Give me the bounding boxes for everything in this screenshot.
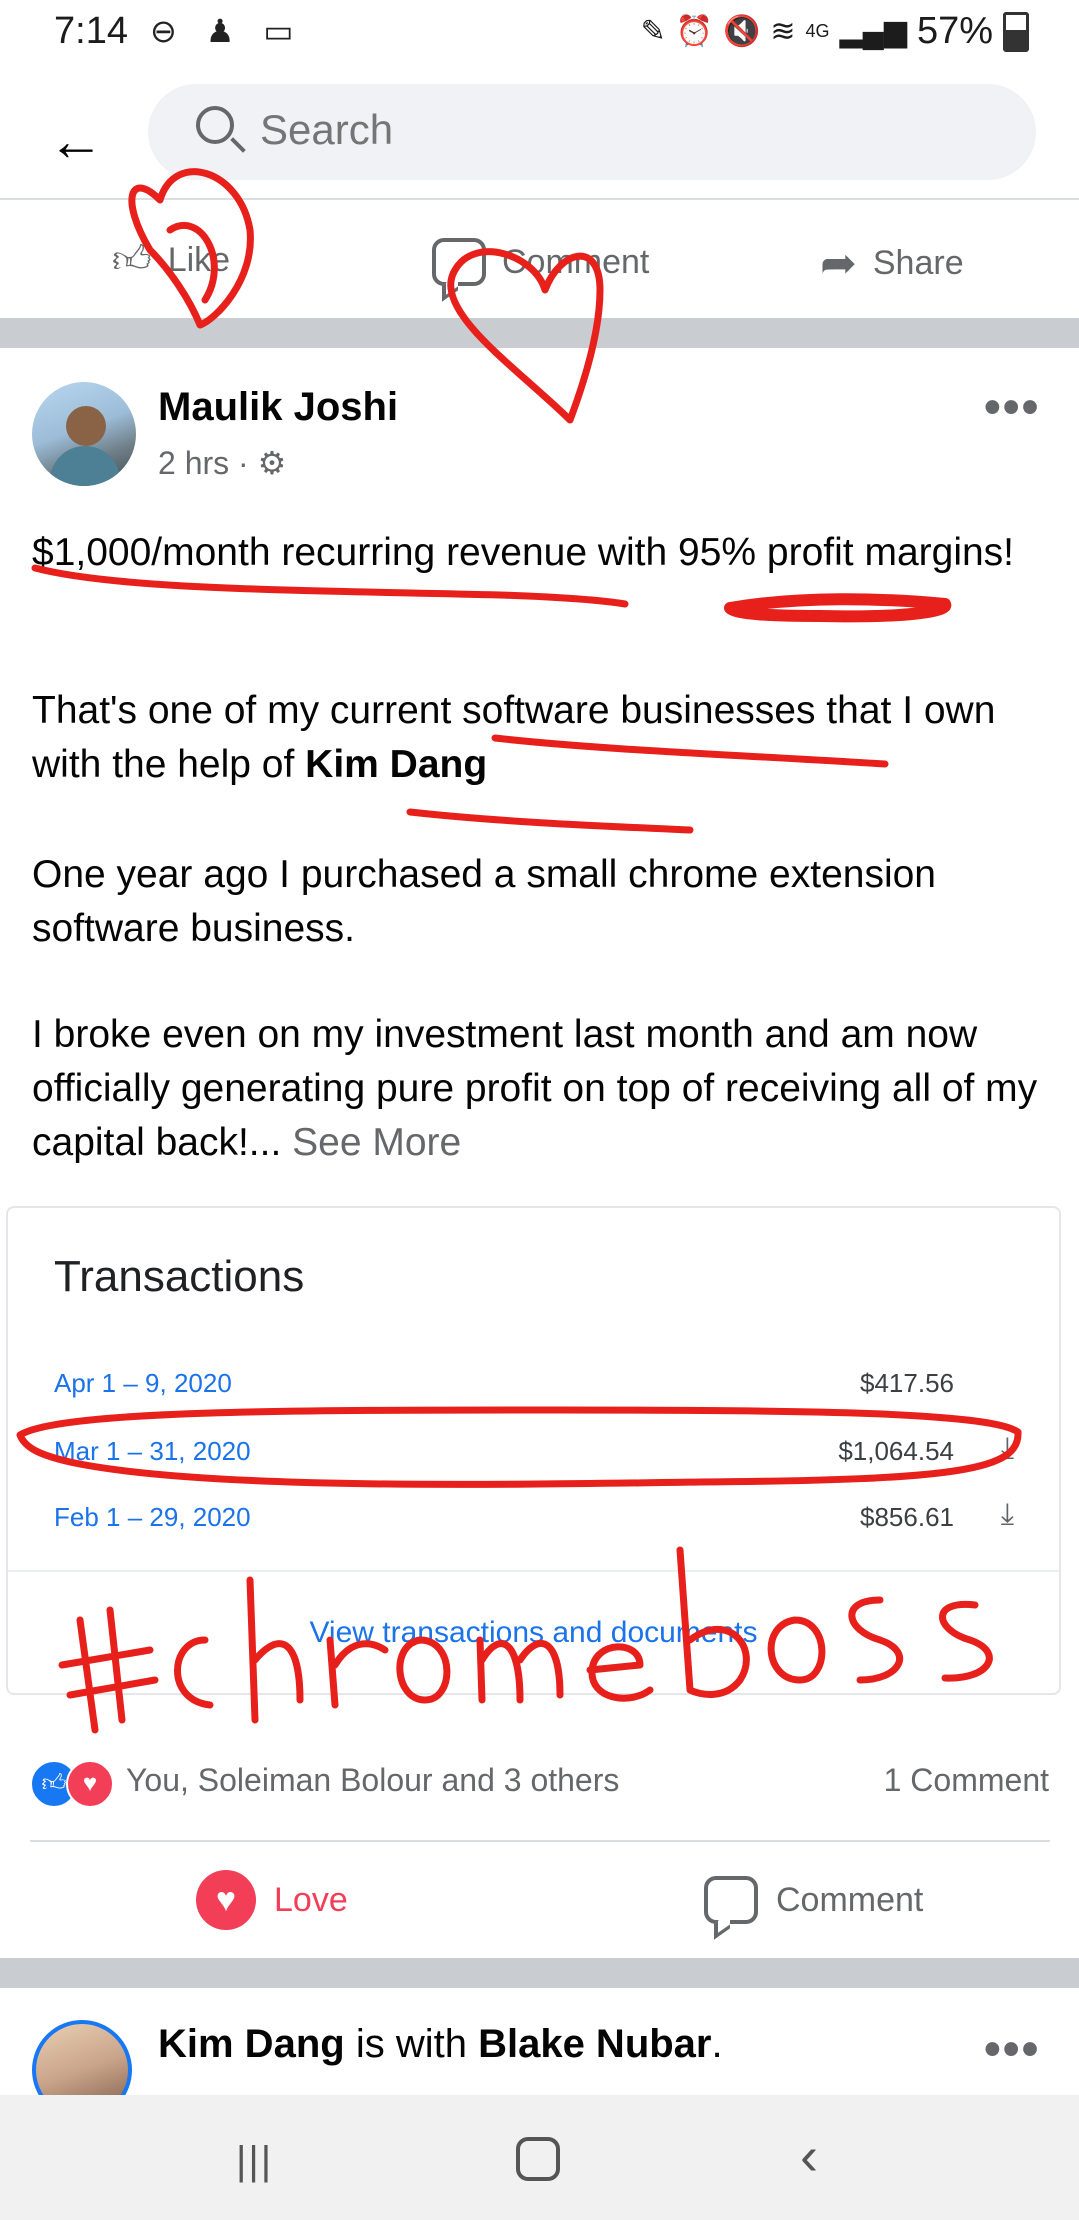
love-reaction-icon: ♥ xyxy=(66,1760,114,1808)
status-time: 7:14 xyxy=(54,10,128,52)
next-post-more-button[interactable]: ••• xyxy=(984,2022,1040,2077)
transactions-divider xyxy=(8,1570,1059,1572)
post-paragraph-2-text: That's one of my current software busine… xyxy=(32,689,996,786)
next-post-author[interactable]: Kim Dang xyxy=(158,2022,345,2066)
post-text-line1: $1,000/month recurring revenue with 95% … xyxy=(32,531,1015,574)
search-icon xyxy=(196,106,234,144)
post-more-button[interactable]: ••• xyxy=(984,380,1040,435)
heart-icon: ♥ xyxy=(196,1870,256,1930)
comment-icon xyxy=(432,238,486,286)
post-paragraph-3: One year ago I purchased a small chrome … xyxy=(32,853,936,950)
transaction-date: Feb 1 – 29, 2020 xyxy=(54,1502,251,1532)
transactions-image[interactable]: Transactions Apr 1 – 9, 2020 $417.56 Mar… xyxy=(6,1206,1061,1695)
home-icon[interactable] xyxy=(516,2137,560,2181)
search-header: ← xyxy=(0,70,1079,200)
share-label: Share xyxy=(872,244,964,282)
back-arrow-icon[interactable]: ← xyxy=(48,108,104,173)
system-nav-bar: ||| ‹ xyxy=(0,2095,1079,2220)
share-icon: ➦ xyxy=(820,239,857,288)
gear-icon: ⚙ xyxy=(257,445,287,481)
transaction-amount: $417.56 xyxy=(860,1368,954,1398)
annotation-highlight-profit xyxy=(724,593,952,623)
transaction-date: Mar 1 – 31, 2020 xyxy=(54,1436,251,1466)
annotation-underline-kim-dang xyxy=(406,808,694,834)
love-label: Love xyxy=(274,1880,348,1919)
next-post-header: Kim Dang is with Blake Nubar. xyxy=(158,2022,723,2066)
comment-label: Comment xyxy=(502,242,650,281)
transaction-row: Feb 1 – 29, 2020 $856.61 ⤓ xyxy=(54,1492,1014,1542)
post-time[interactable]: 2 hrs xyxy=(158,445,229,481)
status-left-icons: ⊖ ♟ ▭ xyxy=(150,12,304,50)
tagged-person[interactable]: Blake Nubar xyxy=(478,2022,711,2066)
reactions-summary[interactable]: You, Soleiman Bolour and 3 others xyxy=(126,1762,619,1799)
battery-percent: 57% xyxy=(916,10,993,52)
see-more-link[interactable]: See More xyxy=(292,1121,461,1164)
transaction-date: Apr 1 – 9, 2020 xyxy=(54,1368,232,1398)
comment-icon xyxy=(704,1876,758,1924)
comment-button[interactable]: Comment xyxy=(704,1870,923,1930)
download-icon: ⤓ xyxy=(1000,1498,1014,1531)
reaction-icons[interactable]: 👍︎ ♥ xyxy=(30,1760,120,1808)
post-paragraph-4-text: I broke even on my investment last month… xyxy=(32,1013,1038,1164)
post-author[interactable]: Maulik Joshi xyxy=(158,385,398,430)
comment-count[interactable]: 1 Comment xyxy=(884,1762,1049,1799)
love-button[interactable]: ♥ Love xyxy=(196,1870,348,1930)
transaction-amount: $1,064.54 xyxy=(838,1436,954,1466)
alarm-icon: ⏰ xyxy=(675,15,714,48)
signal-icon: ▂▄▆ xyxy=(839,15,907,48)
mute-icon: 🔇 xyxy=(723,15,761,48)
notification-icon: ♟ xyxy=(205,13,245,49)
transactions-title: Transactions xyxy=(54,1252,305,1301)
feed-separator xyxy=(0,318,1079,348)
nfc-icon: ✎ xyxy=(640,15,666,48)
share-button[interactable]: ➦ Share xyxy=(820,238,964,289)
feed-separator xyxy=(0,1958,1079,1988)
author-avatar[interactable] xyxy=(32,382,136,486)
status-right: ✎ ⏰ 🔇 ≋ 4G ▂▄▆ 57% xyxy=(641,10,1029,53)
post-meta: 2 hrs · ⚙ xyxy=(158,445,287,481)
battery-icon xyxy=(1003,11,1029,52)
mention-kim-dang[interactable]: Kim Dang xyxy=(305,743,487,786)
post-paragraph-2: That's one of my current software busine… xyxy=(32,684,1012,792)
view-transactions-link: View transactions and documents xyxy=(309,1616,758,1649)
is-with-text: is with xyxy=(355,2022,467,2066)
previous-post-actions: 👍︎ Like Comment ➦ Share xyxy=(0,200,1079,318)
comment-button[interactable]: Comment xyxy=(432,238,649,286)
transaction-row: Mar 1 – 31, 2020 $1,064.54 ⤓ xyxy=(54,1426,1014,1476)
4g-icon: 4G xyxy=(805,21,830,41)
back-icon[interactable]: ‹ xyxy=(800,2125,818,2187)
transaction-amount: $856.61 xyxy=(860,1502,954,1532)
post-divider xyxy=(30,1840,1050,1842)
do-not-disturb-icon: ⊖ xyxy=(150,13,187,49)
transaction-row: Apr 1 – 9, 2020 $417.56 xyxy=(54,1358,1014,1408)
wifi-icon: ≋ xyxy=(770,15,796,48)
search-input[interactable] xyxy=(260,106,960,154)
recent-apps-icon[interactable]: ||| xyxy=(236,2139,273,2184)
like-label: Like xyxy=(167,241,231,279)
clipboard-icon: ▭ xyxy=(263,13,304,49)
post-paragraph-4: I broke even on my investment last month… xyxy=(32,1008,1052,1170)
thumbs-up-icon: 👍︎ xyxy=(112,239,152,281)
like-button[interactable]: 👍︎ Like xyxy=(112,238,230,283)
status-bar: 7:14 ⊖ ♟ ▭ ✎ ⏰ 🔇 ≋ 4G ▂▄▆ 57% xyxy=(0,0,1079,70)
search-bar[interactable] xyxy=(148,84,1036,180)
download-icon: ⤓ xyxy=(1000,1432,1014,1465)
comment-label: Comment xyxy=(776,1880,924,1919)
